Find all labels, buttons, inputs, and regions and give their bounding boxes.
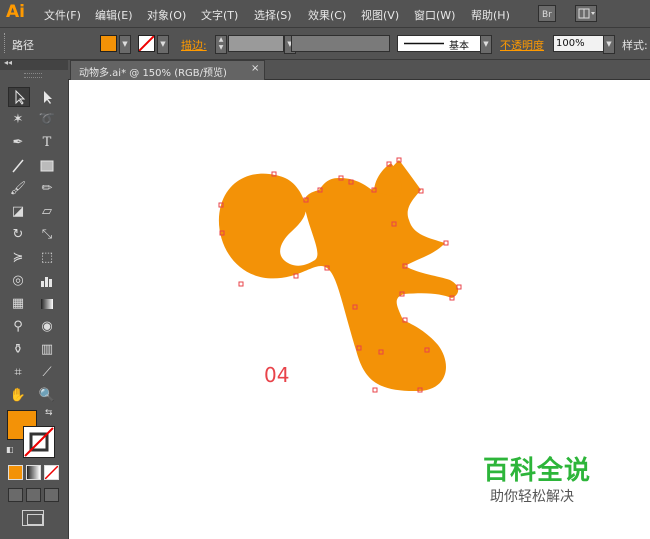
rotate-tool-icon[interactable]: ↻: [8, 226, 28, 244]
paintbrush-tool-icon[interactable]: 🖌: [8, 180, 28, 198]
style-label: 样式:: [622, 39, 648, 52]
symbol-sprayer-tool-icon[interactable]: ⚱: [8, 341, 28, 359]
menu-select[interactable]: 选择(S): [254, 7, 292, 23]
svg-text:Br: Br: [542, 10, 552, 20]
stroke-color-swatch[interactable]: [138, 35, 155, 52]
lasso-tool-icon[interactable]: ➰: [37, 111, 57, 129]
menu-help[interactable]: 帮助(H): [471, 7, 510, 23]
menu-bar: Ai 文件(F) 编辑(E) 对象(O) 文字(T) 选择(S) 效果(C) 视…: [0, 0, 650, 28]
free-transform-tool-icon[interactable]: ⬚: [37, 249, 57, 267]
pencil-tool-icon[interactable]: ✏: [37, 180, 57, 198]
mesh-tool-icon[interactable]: ▦: [8, 295, 28, 313]
arrange-documents-icon[interactable]: [575, 5, 597, 22]
control-bar: 路径 ▼ ▼ 描边: ▲ ▼ ▼ 基本 ▼ 不透明度 100% ▼ 样式:: [0, 28, 650, 60]
menu-object[interactable]: 对象(O): [147, 7, 186, 23]
variable-width-profile[interactable]: [291, 35, 390, 52]
default-fill-stroke-icon[interactable]: ◧: [6, 445, 14, 454]
panel-grip[interactable]: [4, 33, 7, 53]
app-logo: Ai: [6, 2, 25, 22]
slice-tool-icon[interactable]: ⟋: [37, 364, 57, 382]
menu-file[interactable]: 文件(F): [44, 7, 81, 23]
blend-tool-icon[interactable]: ◉: [37, 318, 57, 336]
type-tool-icon[interactable]: T: [37, 134, 57, 152]
gradient-mode-icon[interactable]: [26, 465, 41, 480]
tools-panel-header[interactable]: ◂◂: [0, 58, 68, 70]
color-mode-icon[interactable]: [8, 465, 23, 480]
artboard-canvas[interactable]: 04 百科全说 助你轻松解决: [69, 80, 650, 539]
document-tab-title: 动物多.ai* @ 150% (RGB/预览): [79, 68, 227, 79]
selection-type-label: 路径: [12, 39, 34, 52]
shape-builder-tool-icon[interactable]: ◎: [8, 272, 28, 290]
close-tab-icon[interactable]: ×: [251, 63, 259, 74]
stroke-weight-stepper[interactable]: ▲ ▼: [215, 35, 227, 54]
draw-normal-icon[interactable]: [8, 488, 23, 502]
squirrel-shape[interactable]: [218, 160, 459, 392]
draw-behind-icon[interactable]: [26, 488, 41, 502]
bridge-icon[interactable]: Br: [538, 5, 556, 22]
opacity-label[interactable]: 不透明度: [500, 37, 544, 53]
opacity-dropdown-arrow[interactable]: ▼: [603, 35, 615, 54]
direct-selection-tool-icon[interactable]: [37, 88, 57, 106]
line-segment-tool-icon[interactable]: [8, 157, 28, 175]
watermark-subtitle: 助你轻松解决: [490, 489, 574, 505]
rectangle-tool-icon[interactable]: [37, 157, 57, 175]
tools-panel: ◂◂ ✶ ➰ ✒ T 🖌 ✏ ◪ ▱ ↻ ⤡ ≽ ⬚ ◎ ▦ ⚲ ◉ ⚱ ▥ ⌗…: [0, 58, 69, 539]
gradient-tool-icon[interactable]: [37, 295, 57, 313]
stroke-label[interactable]: 描边:: [181, 37, 207, 53]
watermark-title: 百科全说: [483, 456, 592, 486]
hand-tool-icon[interactable]: ✋: [8, 387, 28, 405]
swap-fill-stroke-icon[interactable]: ⇆: [45, 408, 53, 418]
menu-view[interactable]: 视图(V): [361, 7, 399, 23]
eyedropper-tool-icon[interactable]: ⚲: [8, 318, 28, 336]
brush-style-label: 基本: [449, 41, 469, 52]
menu-type[interactable]: 文字(T): [201, 7, 238, 23]
zoom-tool-icon[interactable]: 🔍: [37, 387, 57, 405]
brush-dropdown-arrow[interactable]: ▼: [480, 35, 492, 54]
brush-definition-field[interactable]: 基本: [397, 35, 491, 52]
pen-tool-icon[interactable]: ✒: [8, 134, 28, 152]
collapse-icon[interactable]: ◂◂: [4, 58, 12, 67]
panel-grip[interactable]: [24, 73, 42, 78]
blob-brush-tool-icon[interactable]: ◪: [8, 203, 28, 221]
artwork-label: 04: [264, 363, 289, 387]
magic-wand-tool-icon[interactable]: ✶: [8, 111, 28, 129]
stroke-color-box[interactable]: [23, 426, 55, 458]
width-tool-icon[interactable]: ≽: [8, 249, 28, 267]
fill-dropdown-arrow[interactable]: ▼: [119, 35, 131, 54]
menu-window[interactable]: 窗口(W): [414, 7, 455, 23]
fill-color-swatch[interactable]: [100, 35, 117, 52]
opacity-input[interactable]: 100%: [553, 35, 604, 52]
menu-edit[interactable]: 编辑(E): [95, 7, 133, 23]
artboard-tool-icon[interactable]: ⌗: [8, 364, 28, 382]
chart-tool-icon[interactable]: [37, 272, 57, 290]
draw-inside-icon[interactable]: [44, 488, 59, 502]
scale-tool-icon[interactable]: ⤡: [37, 226, 57, 244]
document-tab-bar: 动物多.ai* @ 150% (RGB/预览) ×: [68, 60, 650, 80]
document-tab[interactable]: 动物多.ai* @ 150% (RGB/预览) ×: [70, 60, 265, 80]
stroke-weight-field[interactable]: [228, 35, 284, 52]
stroke-dropdown-arrow[interactable]: ▼: [157, 35, 169, 54]
column-graph-tool-icon[interactable]: ▥: [37, 341, 57, 359]
selection-tool-icon[interactable]: [8, 87, 30, 107]
eraser-tool-icon[interactable]: ▱: [37, 203, 57, 221]
menu-effect[interactable]: 效果(C): [308, 7, 346, 23]
screen-mode-icon[interactable]: [22, 510, 44, 526]
none-mode-icon[interactable]: [44, 465, 59, 480]
